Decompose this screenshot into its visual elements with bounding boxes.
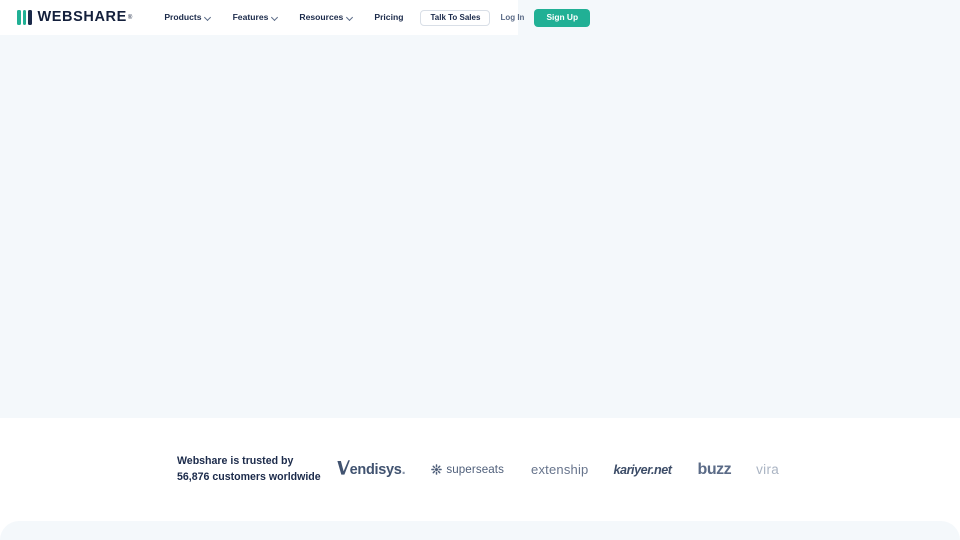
sign-up-button[interactable]: Sign Up (534, 8, 591, 27)
logo-extenship: extenship (531, 462, 589, 477)
logo-superseats: superseats (431, 457, 504, 483)
nav-item-features[interactable]: Features (222, 13, 289, 22)
header-actions: Talk To Sales Log In Sign Up (420, 8, 591, 27)
logo-buzz: buzz (697, 460, 732, 478)
talk-to-sales-button[interactable]: Talk To Sales (420, 9, 491, 26)
vendisys-label: endisys (349, 461, 402, 478)
nav-label-features: Features (232, 12, 269, 23)
lower-section-panel (0, 521, 960, 540)
nav-item-resources[interactable]: Resources (288, 13, 363, 22)
brand-trademark: ® (127, 14, 133, 21)
logo-bars-icon (17, 10, 32, 25)
webshare-logo[interactable]: WEBSHARE ® (17, 10, 132, 25)
trusted-by-inner: Webshare is trusted by 56,876 customers … (177, 454, 779, 484)
nav-label-products: Products (164, 12, 202, 23)
trusted-by-text: Webshare is trusted by 56,876 customers … (177, 454, 321, 484)
logo-kariyer-net: kariyer.net (613, 462, 672, 477)
superseats-label: superseats (446, 463, 505, 476)
chevron-down-icon (271, 15, 277, 21)
nav-item-pricing[interactable]: Pricing (363, 13, 414, 22)
customer-logo-list: endisys. superseats extenship kariyer.ne… (337, 457, 779, 483)
starburst-icon (431, 464, 443, 475)
site-header: WEBSHARE ® Products Features Resources Pr… (0, 0, 591, 35)
chevron-down-icon (205, 15, 211, 21)
logo-vira: vira (756, 462, 780, 477)
vendisys-dot: . (401, 461, 406, 478)
trusted-by-section: Webshare is trusted by 56,876 customers … (0, 418, 960, 521)
trusted-by-line-1: Webshare is trusted by (177, 455, 294, 468)
log-in-link[interactable]: Log In (490, 10, 534, 26)
nav-item-products[interactable]: Products (153, 13, 221, 22)
hero-background (0, 0, 960, 418)
page-root: WEBSHARE ® Products Features Resources Pr… (0, 0, 960, 540)
nav-label-resources: Resources (299, 12, 344, 23)
brand-name: WEBSHARE (37, 9, 127, 26)
trusted-by-line-2: 56,876 customers worldwide (177, 470, 321, 483)
logo-vendisys: endisys. (337, 457, 406, 483)
nav-label-pricing: Pricing (374, 12, 404, 23)
chevron-down-icon (346, 15, 352, 21)
main-navigation: Products Features Resources Pricing (153, 13, 414, 22)
vendisys-v-mark-icon (337, 460, 350, 479)
